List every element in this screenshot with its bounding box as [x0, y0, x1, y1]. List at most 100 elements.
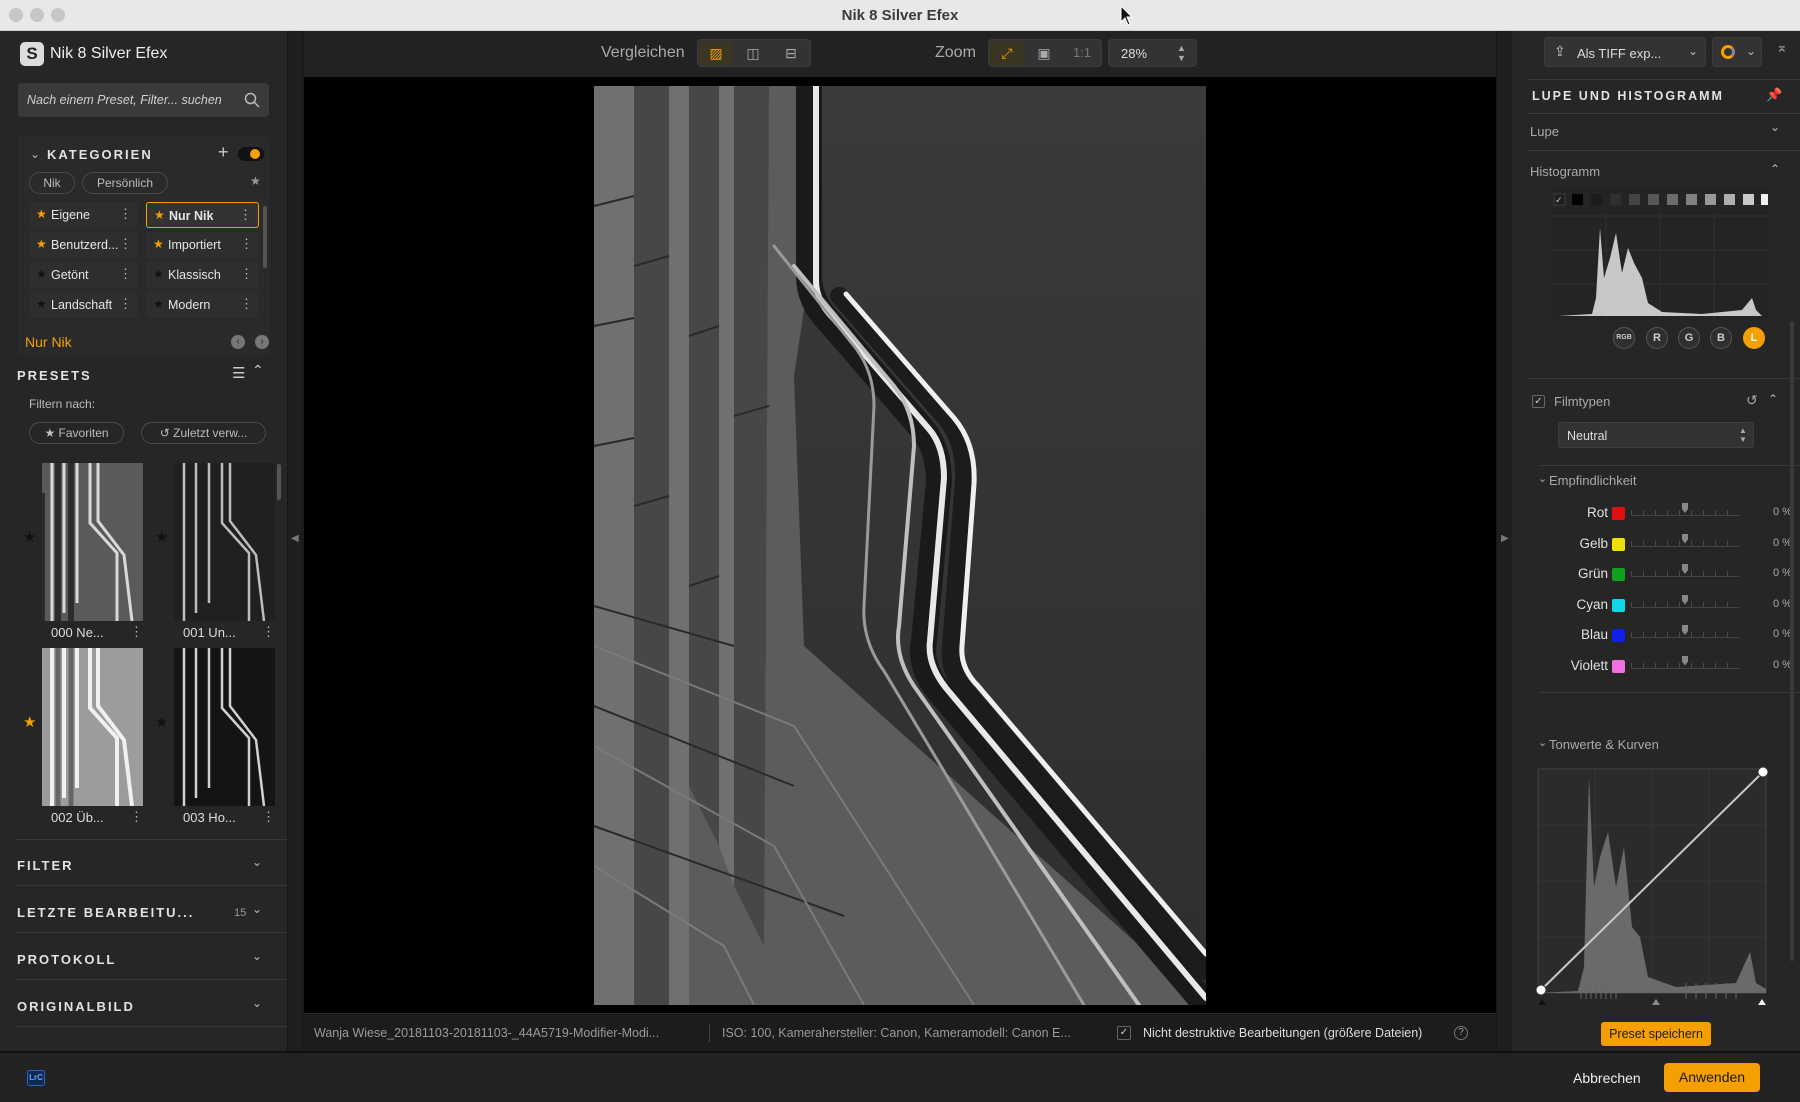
tab-personlich[interactable]: Persönlich: [82, 172, 168, 194]
chevron-down-icon[interactable]: ⌄: [252, 996, 262, 1010]
section-originalbild[interactable]: ORIGINALBILD: [17, 999, 135, 1014]
preset-thumbnail-003[interactable]: [174, 648, 275, 806]
cancel-button[interactable]: Abbrechen: [1573, 1070, 1641, 1086]
sensitivity-row-cyan: Cyan 0 %: [1512, 591, 1800, 621]
next-arrow-icon[interactable]: ›: [255, 335, 269, 349]
side-by-side-icon[interactable]: ⊟: [774, 41, 808, 65]
sensitivity-label[interactable]: Empfindlichkeit: [1549, 473, 1636, 488]
zoom-one-to-one-button[interactable]: 1:1: [1065, 41, 1099, 65]
tone-curve-chart[interactable]: [1536, 737, 1770, 1007]
category-klassisch[interactable]: ★ Klassisch ⋮: [146, 262, 259, 288]
filmtype-select[interactable]: Neutral ▲ ▼: [1558, 422, 1754, 448]
more-icon[interactable]: ⋮: [239, 207, 252, 223]
zoom-value-stepper[interactable]: 28% ▲ ▼: [1108, 39, 1197, 67]
export-button[interactable]: ⇪ Als TIFF exp... ⌄: [1544, 37, 1706, 67]
reset-icon[interactable]: ↺: [1746, 392, 1758, 409]
split-view-icon[interactable]: ◫: [736, 41, 770, 65]
fit-to-screen-icon[interactable]: ⤢: [990, 41, 1024, 65]
preset-thumbnail-001[interactable]: [174, 463, 275, 621]
list-view-icon[interactable]: ☰: [232, 364, 245, 382]
collapse-right-icon[interactable]: ▶: [1501, 533, 1509, 544]
more-icon[interactable]: ⋮: [119, 266, 132, 282]
categories-scrollbar[interactable]: [263, 206, 267, 268]
collapse-left-icon[interactable]: ◀: [291, 533, 299, 544]
chevron-up-icon[interactable]: ⌃: [1768, 392, 1778, 406]
filter-favoriten[interactable]: ★ Favoriten: [29, 422, 124, 444]
category-importiert[interactable]: ★ Importiert ⋮: [146, 232, 259, 258]
category-getont[interactable]: ★ Getönt ⋮: [29, 262, 138, 288]
right-panel-scrollbar[interactable]: [1790, 321, 1794, 961]
filter-zuletzt-verwendet[interactable]: ↺ Zuletzt verw...: [141, 422, 266, 444]
category-eigene[interactable]: ★ Eigene ⋮: [29, 202, 138, 228]
compare-hatched-icon[interactable]: ▨: [699, 41, 733, 65]
channel-rgb-button[interactable]: RGB: [1613, 327, 1635, 349]
left-panel-divider[interactable]: ◀: [287, 31, 303, 1051]
section-recent-edits[interactable]: LETZTE BEARBEITU...: [17, 905, 194, 920]
fill-screen-icon[interactable]: ▣: [1027, 41, 1061, 65]
channel-l-button[interactable]: L: [1743, 327, 1765, 349]
channel-r-button[interactable]: R: [1646, 327, 1668, 349]
favorite-star-icon[interactable]: ★: [155, 528, 168, 546]
preset-more-icon[interactable]: ⋮: [262, 624, 275, 640]
categories-collapse-chevron-icon[interactable]: ⌄: [30, 147, 40, 161]
sync-dropdown-icon[interactable]: ⌄: [1746, 44, 1756, 58]
more-icon[interactable]: ⋮: [240, 236, 253, 252]
preset-label: 000 Ne...: [51, 625, 104, 640]
section-filter[interactable]: FILTER: [17, 858, 74, 873]
zoom-value: 28%: [1121, 46, 1148, 61]
current-category-label: Nur Nik: [25, 334, 72, 350]
right-panel-divider[interactable]: ▶: [1496, 31, 1512, 1051]
chevron-down-icon[interactable]: ⌄: [1770, 120, 1780, 134]
chevron-down-icon[interactable]: ⌄: [252, 949, 262, 963]
channel-g-button[interactable]: G: [1678, 327, 1700, 349]
section-protokoll[interactable]: PROTOKOLL: [17, 952, 116, 967]
channel-b-button[interactable]: B: [1710, 327, 1732, 349]
previous-arrow-icon[interactable]: ‹: [231, 335, 245, 349]
preset-more-icon[interactable]: ⋮: [262, 809, 275, 825]
collapse-up-icon[interactable]: ⌅: [1776, 39, 1788, 56]
presets-scrollbar[interactable]: [277, 464, 281, 500]
star-icon: ★: [154, 208, 165, 222]
category-nur-nik[interactable]: ★ Nur Nik ⋮: [146, 202, 259, 228]
preset-thumbnail-000[interactable]: [42, 463, 143, 621]
sensitivity-label: Rot: [1586, 505, 1608, 520]
preset-more-icon[interactable]: ⋮: [130, 624, 143, 640]
tab-nik[interactable]: Nik: [29, 172, 75, 194]
favorite-star-icon[interactable]: ★: [23, 713, 36, 731]
sensitivity-row-rot: Rot 0 %: [1512, 499, 1800, 529]
chevron-up-icon[interactable]: ⌃: [1770, 162, 1780, 176]
histogram-label[interactable]: Histogramm: [1530, 164, 1600, 179]
apply-button[interactable]: Anwenden: [1664, 1063, 1760, 1092]
search-input[interactable]: Nach einem Preset, Filter... suchen: [18, 83, 269, 117]
save-preset-button[interactable]: Preset speichern: [1601, 1022, 1711, 1046]
preset-thumbnail-002[interactable]: [42, 648, 143, 806]
presets-collapse-chevron-icon[interactable]: ⌃: [252, 362, 264, 379]
favorite-star-icon[interactable]: ★: [155, 713, 168, 731]
filmtypes-checkbox[interactable]: ✓: [1532, 395, 1545, 408]
add-category-plus-icon[interactable]: +: [218, 142, 229, 163]
more-icon[interactable]: ⋮: [240, 296, 253, 312]
more-icon[interactable]: ⋮: [240, 266, 253, 282]
help-icon[interactable]: ?: [1454, 1026, 1468, 1040]
categories-toggle[interactable]: [238, 147, 264, 161]
preset-more-icon[interactable]: ⋮: [130, 809, 143, 825]
more-icon[interactable]: ⋮: [119, 296, 132, 312]
filmtypes-label: Filmtypen: [1554, 394, 1611, 409]
lupe-label[interactable]: Lupe: [1530, 124, 1559, 139]
nondestructive-checkbox[interactable]: ✓: [1117, 1026, 1131, 1040]
stepper-icon[interactable]: ▲ ▼: [1177, 43, 1186, 63]
favorites-star-icon[interactable]: ★: [250, 174, 261, 188]
pin-icon[interactable]: 📌: [1766, 87, 1782, 103]
sync-button[interactable]: ⌄: [1712, 37, 1762, 67]
chevron-down-icon[interactable]: ⌄: [252, 855, 262, 869]
image-canvas[interactable]: [304, 77, 1496, 1013]
more-icon[interactable]: ⋮: [119, 236, 132, 252]
chevron-down-icon[interactable]: ⌄: [1538, 472, 1547, 485]
category-benutzerdefiniert[interactable]: ★ Benutzerd... ⋮: [29, 232, 138, 258]
favorite-star-icon[interactable]: ★: [23, 528, 36, 546]
category-modern[interactable]: ★ Modern ⋮: [146, 292, 259, 318]
export-dropdown-icon[interactable]: ⌄: [1688, 44, 1698, 58]
more-icon[interactable]: ⋮: [119, 206, 132, 222]
category-landschaft[interactable]: ★ Landschaft ⋮: [29, 292, 138, 318]
chevron-down-icon[interactable]: ⌄: [252, 902, 262, 916]
